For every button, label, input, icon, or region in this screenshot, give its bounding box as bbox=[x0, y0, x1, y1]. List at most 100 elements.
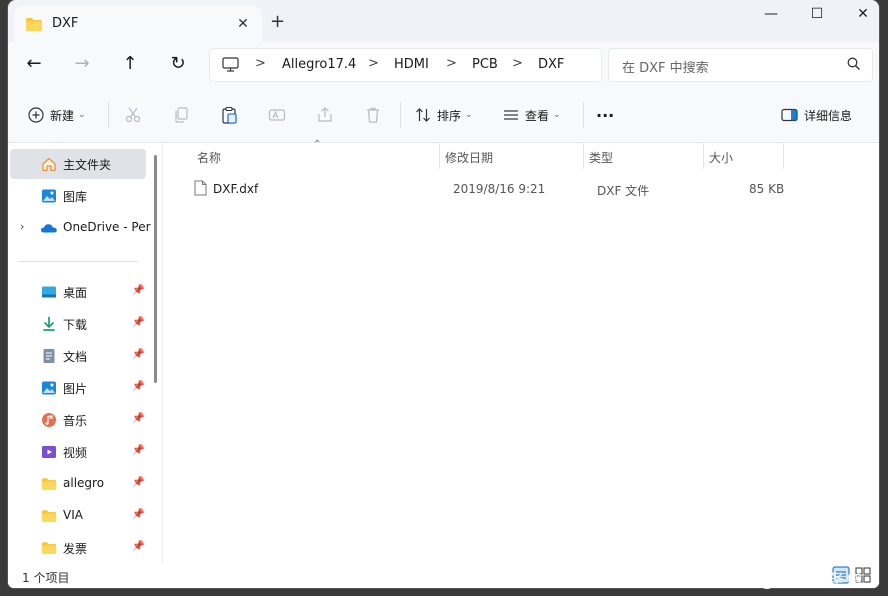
more-options-button[interactable]: ··· bbox=[596, 105, 614, 125]
pin-icon[interactable]: 📌 bbox=[132, 509, 144, 520]
up-button[interactable]: ↑ bbox=[117, 53, 143, 77]
sidebar-scrollbar[interactable] bbox=[154, 155, 157, 383]
tab-title: DXF bbox=[52, 16, 79, 31]
pin-icon[interactable]: 📌 bbox=[132, 381, 144, 392]
sidebar-item-onedrive[interactable]: › OneDrive - Per bbox=[8, 213, 151, 243]
video-icon bbox=[42, 446, 56, 458]
column-divider[interactable] bbox=[703, 143, 704, 169]
sidebar-item-invoices[interactable]: 发票 📌 bbox=[8, 533, 148, 563]
pin-icon[interactable]: 📌 bbox=[132, 541, 144, 552]
view-list-icon bbox=[504, 110, 518, 120]
tab-strip: DXF ✕ + — ☐ ✕ bbox=[8, 0, 879, 42]
chevron-right-icon[interactable]: › bbox=[20, 220, 24, 233]
view-button[interactable]: 查看 ⌄ bbox=[503, 105, 561, 125]
chevron-down-icon: ⌄ bbox=[553, 110, 561, 120]
minimize-button[interactable]: — bbox=[748, 6, 794, 28]
sidebar-item-label: VIA bbox=[63, 508, 83, 522]
breadcrumb-allegro[interactable]: Allegro17.4 bbox=[282, 57, 356, 72]
sidebar-item-label: 音乐 bbox=[63, 414, 88, 428]
sidebar-item-allegro[interactable]: allegro 📌 bbox=[8, 469, 148, 499]
pin-icon[interactable]: 📌 bbox=[132, 445, 144, 456]
column-header-size[interactable]: 大小 bbox=[709, 149, 733, 166]
pin-icon[interactable]: 📌 bbox=[132, 477, 144, 488]
column-header-name[interactable]: 名称 bbox=[197, 149, 221, 166]
new-tab-button[interactable]: + bbox=[270, 12, 285, 32]
new-button[interactable]: 新建 ⌄ bbox=[28, 105, 86, 125]
breadcrumb-hdmi[interactable]: HDMI bbox=[394, 57, 429, 72]
share-icon[interactable] bbox=[316, 106, 334, 124]
sidebar-item-via[interactable]: VIA 📌 bbox=[8, 501, 148, 531]
view-button-label: 查看 bbox=[525, 108, 550, 123]
command-bar: 新建 ⌄ 排序 ⌄ 查看 ⌄ ··· 详细信息 bbox=[8, 88, 879, 143]
chevron-down-icon: ⌄ bbox=[78, 110, 86, 120]
file-type: DXF 文件 bbox=[597, 184, 650, 198]
toolbar-divider bbox=[108, 102, 109, 128]
paste-icon[interactable] bbox=[220, 106, 238, 124]
breadcrumb-chevron: > bbox=[446, 56, 457, 71]
sort-button[interactable]: 排序 ⌄ bbox=[415, 105, 473, 125]
document-icon bbox=[43, 349, 55, 363]
sidebar-item-label: 图片 bbox=[63, 382, 88, 396]
column-divider[interactable] bbox=[783, 143, 784, 169]
folder-icon bbox=[41, 542, 57, 554]
refresh-button[interactable]: ↻ bbox=[165, 53, 191, 77]
breadcrumb-chevron: > bbox=[255, 56, 266, 71]
file-date: 2019/8/16 9:21 bbox=[453, 182, 546, 196]
sidebar-item-pictures[interactable]: 图片 📌 bbox=[8, 373, 148, 403]
pictures-icon bbox=[42, 381, 56, 395]
sidebar-item-label: 主文件夹 bbox=[63, 158, 112, 172]
forward-button[interactable]: → bbox=[69, 53, 95, 77]
watermark: CSDN @花果山圣僧 bbox=[702, 571, 864, 591]
sidebar-item-gallery[interactable]: 图库 bbox=[8, 181, 148, 211]
sidebar-item-label: 文档 bbox=[63, 350, 88, 364]
tab-close-icon[interactable]: ✕ bbox=[233, 15, 253, 33]
sidebar-item-videos[interactable]: 视频 📌 bbox=[8, 437, 148, 467]
back-button[interactable]: ← bbox=[21, 53, 47, 77]
sort-ascending-icon: ⌃ bbox=[313, 139, 322, 150]
gallery-icon bbox=[42, 189, 56, 203]
new-button-label: 新建 bbox=[50, 108, 75, 123]
close-window-button[interactable]: ✕ bbox=[840, 6, 879, 28]
sidebar-item-music[interactable]: 音乐 📌 bbox=[8, 405, 148, 435]
sidebar-item-documents[interactable]: 文档 📌 bbox=[8, 341, 148, 371]
desktop-icon bbox=[42, 286, 56, 298]
sidebar-item-label: 图库 bbox=[63, 190, 88, 204]
music-icon bbox=[42, 413, 56, 427]
pin-icon[interactable]: 📌 bbox=[132, 317, 144, 328]
details-pane-button[interactable]: 详细信息 bbox=[781, 105, 852, 125]
pin-icon[interactable]: 📌 bbox=[132, 285, 144, 296]
pin-icon[interactable]: 📌 bbox=[132, 349, 144, 360]
column-divider[interactable] bbox=[439, 143, 440, 169]
column-header-date[interactable]: 修改日期 bbox=[445, 149, 493, 166]
breadcrumb-dxf[interactable]: DXF bbox=[538, 57, 564, 72]
breadcrumb-pcb[interactable]: PCB bbox=[472, 57, 498, 72]
home-icon bbox=[42, 157, 56, 172]
sidebar-item-home[interactable]: 主文件夹 bbox=[10, 149, 146, 179]
sidebar-item-label: allegro bbox=[63, 476, 105, 490]
sidebar-item-downloads[interactable]: 下载 📌 bbox=[8, 309, 148, 339]
rename-icon[interactable] bbox=[268, 106, 286, 124]
sort-icon bbox=[416, 108, 430, 122]
navigation-pane: 主文件夹 图库 › OneDrive - Per 桌面 📌 下载 📌 文档 📌 … bbox=[8, 143, 158, 563]
copy-icon[interactable] bbox=[172, 106, 190, 124]
sidebar-item-label: 桌面 bbox=[63, 286, 88, 300]
search-box[interactable]: 在 DXF 中搜索 bbox=[608, 48, 873, 82]
cut-icon[interactable] bbox=[124, 106, 142, 124]
address-bar[interactable]: > Allegro17.4 > HDMI > PCB > DXF bbox=[209, 48, 602, 82]
column-header-type[interactable]: 类型 bbox=[589, 149, 613, 166]
file-size: 85 KB bbox=[749, 182, 785, 196]
sidebar-item-desktop[interactable]: 桌面 📌 bbox=[8, 277, 148, 307]
column-divider[interactable] bbox=[583, 143, 584, 169]
maximize-button[interactable]: ☐ bbox=[794, 6, 840, 28]
file-name: DXF.dxf bbox=[213, 182, 259, 196]
details-pane-icon bbox=[781, 108, 798, 122]
delete-icon[interactable] bbox=[364, 106, 382, 124]
tab-dxf[interactable]: DXF ✕ bbox=[14, 6, 262, 42]
sidebar-divider bbox=[18, 261, 138, 262]
onedrive-icon bbox=[41, 224, 57, 233]
folder-icon bbox=[41, 478, 57, 490]
breadcrumb-chevron: > bbox=[512, 56, 523, 71]
pin-icon[interactable]: 📌 bbox=[132, 413, 144, 424]
address-row: ← → ↑ ↻ > Allegro17.4 > HDMI > PCB > DXF… bbox=[8, 42, 879, 88]
details-pane-label: 详细信息 bbox=[804, 108, 853, 123]
